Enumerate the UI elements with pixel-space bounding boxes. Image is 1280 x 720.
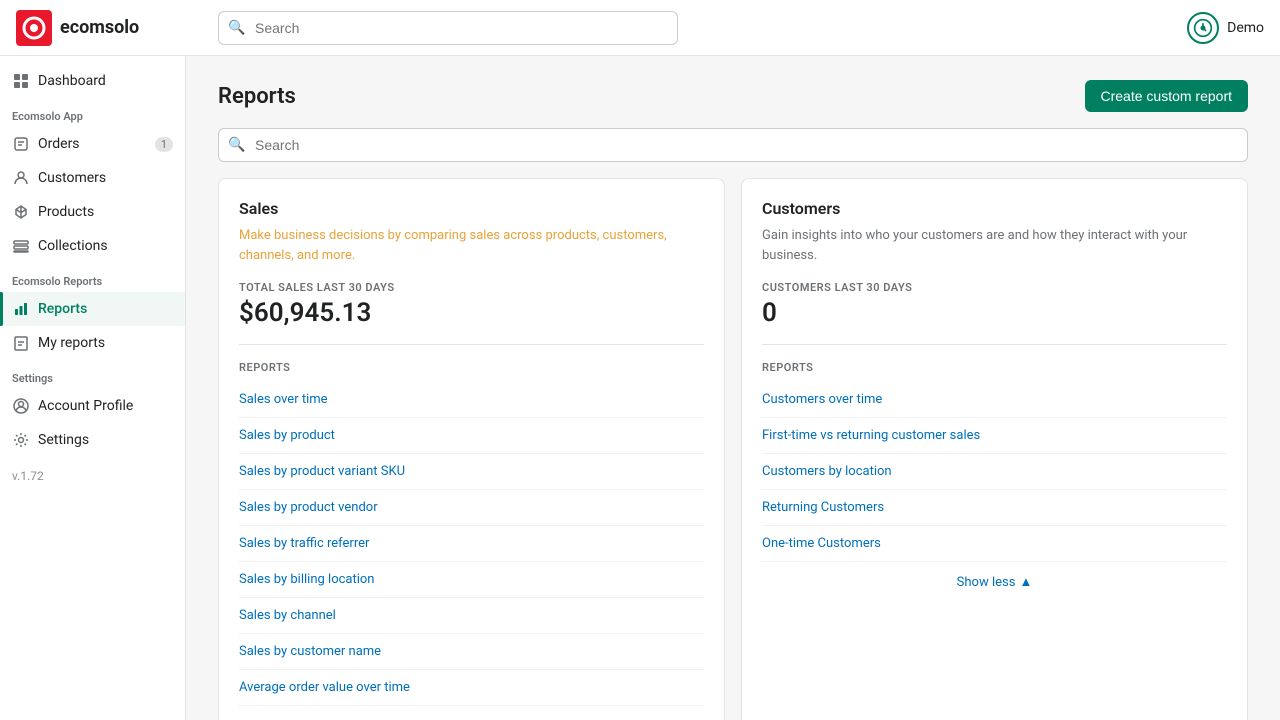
sales-card-desc: Make business decisions by comparing sal…	[239, 226, 704, 265]
sidebar-item-my-reports[interactable]: My reports	[0, 326, 185, 360]
sidebar-section-settings: Settings	[0, 360, 185, 389]
sidebar-item-customers-label: Customers	[38, 170, 106, 186]
logo-text: ecomsolo	[60, 17, 139, 38]
user-avatar-icon	[1187, 12, 1219, 44]
report-link-customers-over-time[interactable]: Customers over time	[762, 382, 1227, 418]
sidebar-item-settings-label: Settings	[38, 432, 89, 448]
customers-card: Customers Gain insights into who your cu…	[741, 178, 1248, 720]
version-label: v.1.72	[0, 457, 185, 495]
top-nav: ecomsolo 🔍 Demo	[0, 0, 1280, 56]
orders-badge: 1	[155, 137, 173, 152]
settings-icon	[12, 431, 30, 449]
top-search-input[interactable]	[218, 11, 678, 45]
customers-card-title: Customers	[762, 199, 1227, 218]
report-link-first-time-returning[interactable]: First-time vs returning customer sales	[762, 418, 1227, 454]
sidebar-item-orders[interactable]: Orders 1	[0, 127, 185, 161]
report-link-sales-over-time[interactable]: Sales over time	[239, 382, 704, 418]
cards-grid: Sales Make business decisions by compari…	[218, 178, 1248, 720]
page-title: Reports	[218, 84, 296, 109]
customers-reports-label: REPORTS	[762, 361, 1227, 374]
logo-area: ecomsolo	[16, 10, 202, 46]
customers-stat-label: CUSTOMERS LAST 30 DAYS	[762, 281, 1227, 294]
page-header: Reports Create custom report	[218, 80, 1248, 112]
sidebar-item-collections-label: Collections	[38, 238, 108, 254]
report-link-returning-customers[interactable]: Returning Customers	[762, 490, 1227, 526]
sidebar-section-app: Ecomsolo App	[0, 98, 185, 127]
sidebar-item-products[interactable]: Products	[0, 195, 185, 229]
report-link-sales-by-billing[interactable]: Sales by billing location	[239, 562, 704, 598]
sidebar-item-dashboard[interactable]: Dashboard	[0, 64, 185, 98]
sales-card-title: Sales	[239, 199, 704, 218]
sales-show-toggle[interactable]: Show less ▲	[239, 706, 704, 720]
sidebar: Dashboard Ecomsolo App Orders 1 Custo	[0, 56, 186, 720]
create-custom-report-button[interactable]: Create custom report	[1085, 80, 1249, 112]
reports-search-icon: 🔍	[228, 137, 245, 153]
orders-icon	[12, 135, 30, 153]
report-link-customers-by-location[interactable]: Customers by location	[762, 454, 1227, 490]
sales-reports-label: REPORTS	[239, 361, 704, 374]
report-link-sales-by-product[interactable]: Sales by product	[239, 418, 704, 454]
main-layout: Dashboard Ecomsolo App Orders 1 Custo	[0, 56, 1280, 720]
sales-stat-label: TOTAL SALES LAST 30 DAYS	[239, 281, 704, 294]
sales-stat-value: $60,945.13	[239, 298, 704, 345]
customers-show-toggle[interactable]: Show less ▲	[762, 562, 1227, 590]
sidebar-section-reports: Ecomsolo Reports	[0, 263, 185, 292]
report-link-one-time-customers[interactable]: One-time Customers	[762, 526, 1227, 562]
collections-icon	[12, 237, 30, 255]
sidebar-item-products-label: Products	[38, 204, 94, 220]
top-search-bar: 🔍	[218, 11, 678, 45]
sidebar-item-account-profile[interactable]: Account Profile	[0, 389, 185, 423]
dashboard-icon	[12, 72, 30, 90]
sales-card: Sales Make business decisions by compari…	[218, 178, 725, 720]
report-link-sales-by-customer[interactable]: Sales by customer name	[239, 634, 704, 670]
nav-right: Demo	[1187, 12, 1264, 44]
customers-stat-value: 0	[762, 298, 1227, 345]
sidebar-item-account-profile-label: Account Profile	[38, 398, 133, 414]
sidebar-item-dashboard-label: Dashboard	[38, 73, 106, 89]
customers-show-toggle-label: Show less	[957, 575, 1016, 590]
customers-card-desc: Gain insights into who your customers ar…	[762, 226, 1227, 265]
my-reports-icon	[12, 334, 30, 352]
reports-search-input[interactable]	[218, 128, 1248, 162]
report-link-sales-by-product-variant[interactable]: Sales by product variant SKU	[239, 454, 704, 490]
sidebar-item-settings[interactable]: Settings	[0, 423, 185, 457]
sidebar-item-customers[interactable]: Customers	[0, 161, 185, 195]
logo-icon	[16, 10, 52, 46]
sidebar-item-my-reports-label: My reports	[38, 335, 105, 351]
sidebar-item-reports-label: Reports	[38, 301, 87, 317]
customers-chevron-up-icon: ▲	[1019, 574, 1032, 590]
sidebar-item-collections[interactable]: Collections	[0, 229, 185, 263]
sidebar-item-reports[interactable]: Reports	[0, 292, 185, 326]
report-link-avg-order-value[interactable]: Average order value over time	[239, 670, 704, 706]
report-link-sales-by-product-vendor[interactable]: Sales by product vendor	[239, 490, 704, 526]
customers-icon	[12, 169, 30, 187]
report-link-sales-by-traffic[interactable]: Sales by traffic referrer	[239, 526, 704, 562]
report-link-sales-by-channel[interactable]: Sales by channel	[239, 598, 704, 634]
reports-search: 🔍	[218, 128, 1248, 162]
main-content: Reports Create custom report 🔍 Sales Mak…	[186, 56, 1280, 720]
reports-icon	[12, 300, 30, 318]
user-name: Demo	[1227, 20, 1264, 36]
products-icon	[12, 203, 30, 221]
top-search-icon: 🔍	[228, 20, 245, 36]
sidebar-item-orders-label: Orders	[38, 136, 80, 152]
account-profile-icon	[12, 397, 30, 415]
